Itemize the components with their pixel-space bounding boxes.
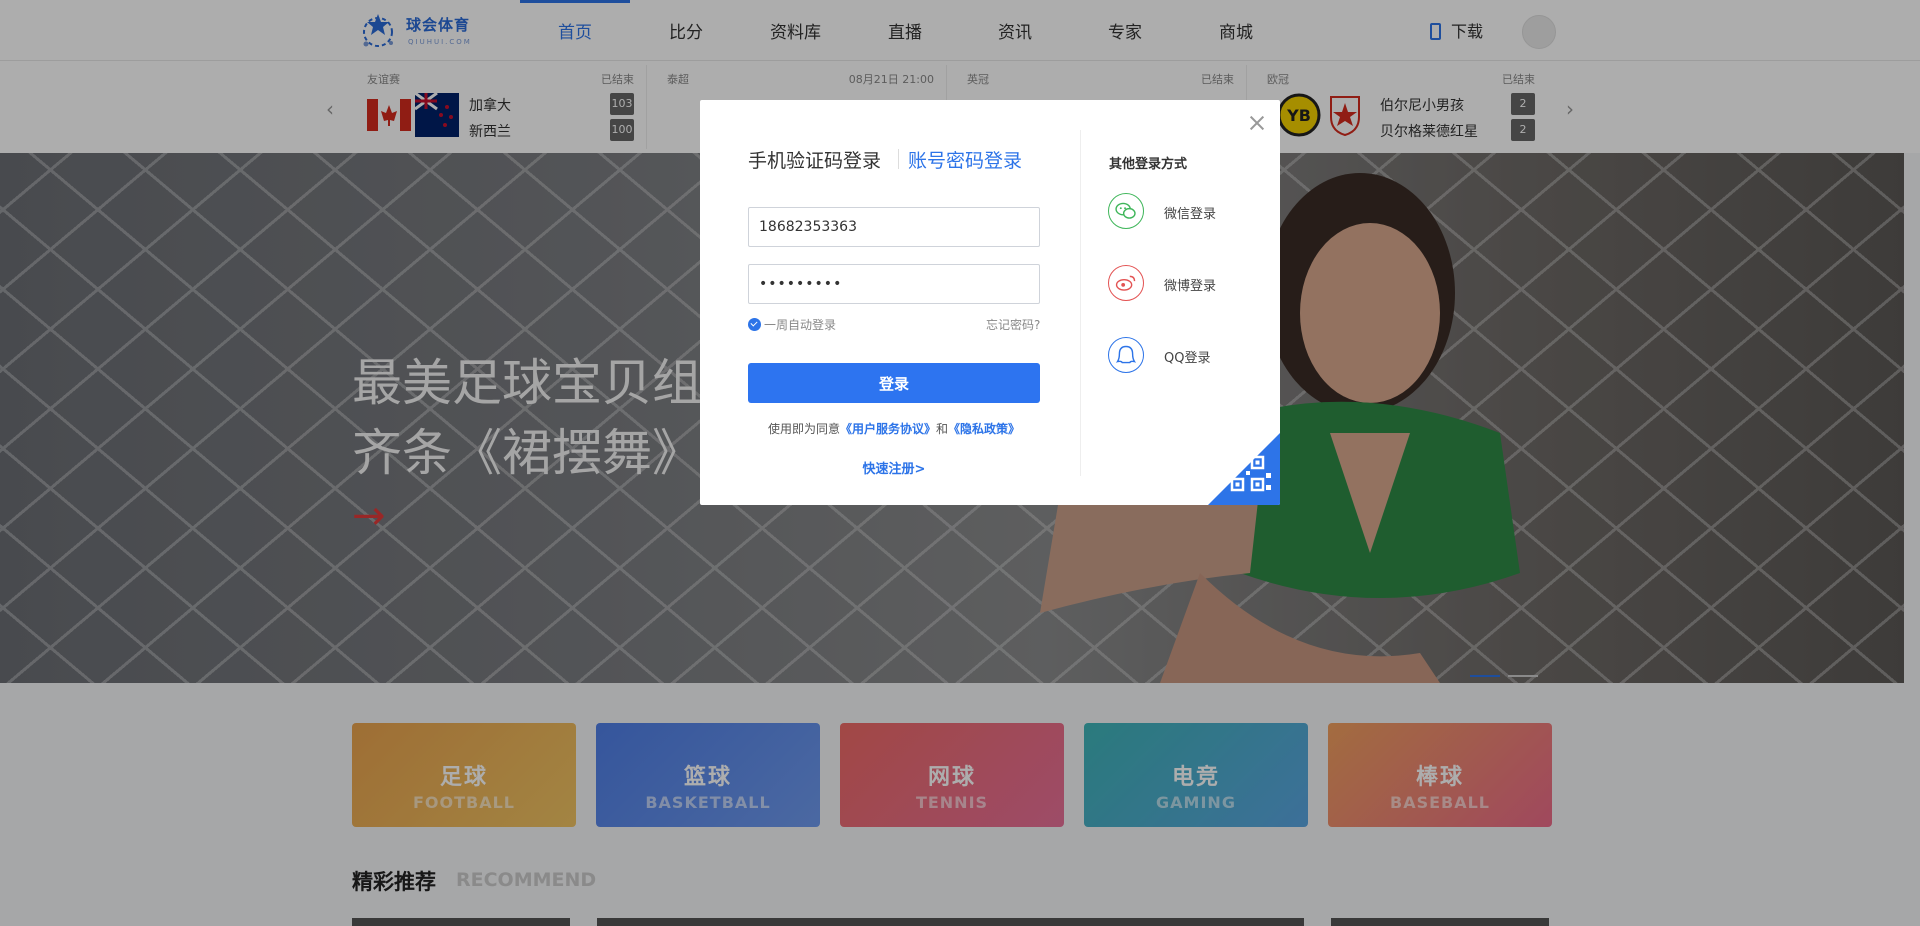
- agree-prefix: 使用即为同意: [767, 422, 840, 436]
- weibo-login-label: 微博登录: [1164, 279, 1217, 294]
- agree-and: 和: [936, 422, 949, 436]
- weibo-icon: [1108, 265, 1144, 301]
- qr-code-icon[interactable]: [1208, 433, 1280, 505]
- qq-icon: [1108, 337, 1144, 373]
- wechat-icon: [1108, 193, 1144, 229]
- login-modal: 手机验证码登录 账号密码登录 18682353363 ••••••••• 一周自…: [700, 100, 1280, 505]
- agreement-text: 使用即为同意《用户服务协议》和《隐私政策》: [748, 420, 1040, 437]
- login-button[interactable]: 登录: [748, 363, 1040, 403]
- phone-input[interactable]: 18682353363: [748, 207, 1040, 247]
- auto-login-checkbox[interactable]: 一周自动登录: [748, 316, 836, 333]
- tab-sms-login[interactable]: 手机验证码登录: [748, 146, 881, 173]
- other-login-title: 其他登录方式: [1109, 157, 1188, 172]
- weibo-login-button[interactable]: 微博登录: [1108, 265, 1248, 305]
- forgot-password-link[interactable]: 忘记密码?: [986, 316, 1040, 333]
- tab-divider: [898, 149, 899, 169]
- wechat-login-button[interactable]: 微信登录: [1108, 193, 1248, 233]
- auto-login-label: 一周自动登录: [764, 318, 837, 332]
- privacy-link[interactable]: 《隐私政策》: [948, 422, 1020, 436]
- tab-password-login[interactable]: 账号密码登录: [908, 146, 1022, 173]
- qq-login-label: QQ登录: [1164, 351, 1211, 366]
- password-input[interactable]: •••••••••: [748, 264, 1040, 304]
- close-icon[interactable]: [1248, 114, 1266, 132]
- check-icon: [748, 318, 761, 331]
- quick-register-link[interactable]: 快速注册>: [748, 458, 1040, 477]
- wechat-login-label: 微信登录: [1164, 207, 1217, 222]
- modal-divider: [1080, 130, 1081, 476]
- terms-link[interactable]: 《用户服务协议》: [840, 422, 936, 436]
- qq-login-button[interactable]: QQ登录: [1108, 337, 1248, 377]
